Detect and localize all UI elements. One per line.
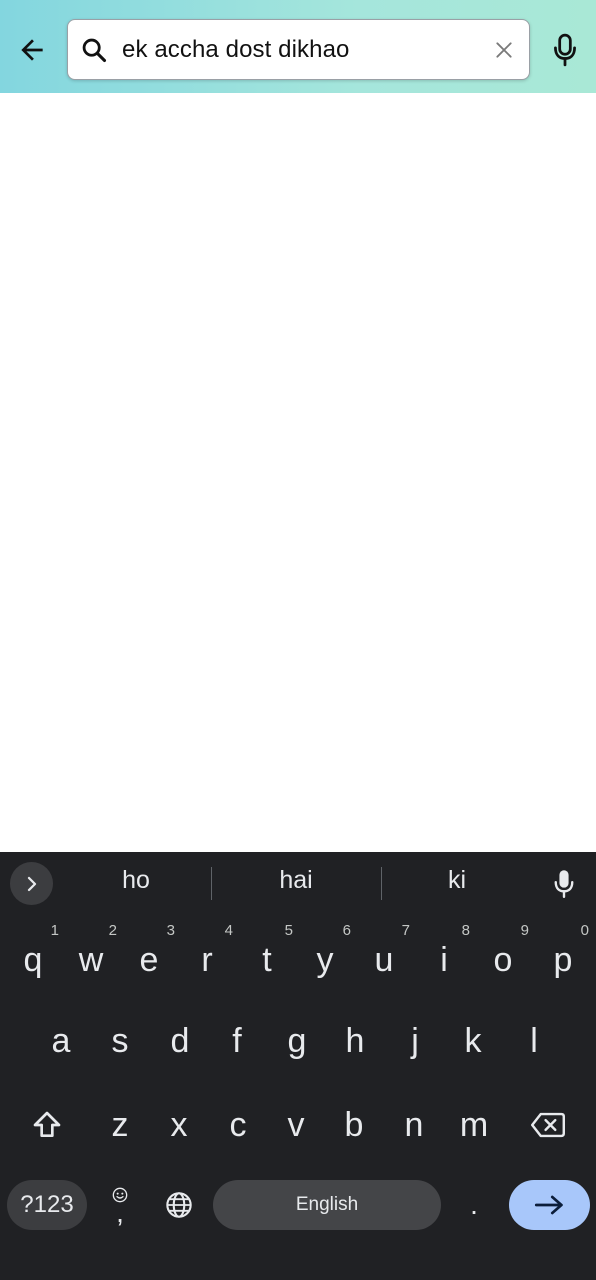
globe-icon [166,1192,192,1218]
key-label: w [78,941,104,979]
symbols-key[interactable]: ?123 [7,1180,87,1230]
close-icon [496,42,512,58]
key-hint: 5 [284,922,293,939]
key-w[interactable]: w2 [63,922,119,992]
key-z[interactable]: z [92,1093,148,1157]
comma-label: , [116,1197,124,1228]
enter-key[interactable] [509,1180,590,1230]
suggestion-2[interactable]: hai [231,866,361,895]
key-e[interactable]: e3 [121,922,177,992]
backspace-key[interactable] [525,1102,571,1148]
search-input[interactable]: ek accha dost dikhao [122,36,349,64]
app-root: ek accha dost dikhao ho hai ki q 1 w 2 e… [0,0,596,1280]
key-i[interactable]: i8 [416,922,472,992]
suggestion-3[interactable]: ki [392,866,522,895]
key-k[interactable]: k [445,1009,501,1073]
key-u[interactable]: u7 [356,922,412,992]
key-label: r [201,941,213,979]
on-screen-keyboard: ho hai ki q1 w2 e3 r4 t5 y6 u7 i8 o9 p0 … [0,852,596,1280]
key-hint: 6 [342,922,351,939]
key-n[interactable]: n [386,1093,442,1157]
suggestion-divider [381,867,382,900]
period-key[interactable]: . [456,1180,492,1230]
key-label: q [23,941,43,979]
key-label: u [374,941,394,979]
suggestion-strip: ho hai ki [0,852,596,916]
key-j[interactable]: j [387,1009,443,1073]
key-hint: 3 [166,922,175,939]
voice-search-button[interactable] [545,30,585,70]
key-t[interactable]: t5 [239,922,295,992]
key-hint: 2 [108,922,117,939]
key-hint: 8 [461,922,470,939]
key-label: e [139,941,159,979]
key-label: o [493,941,513,979]
arrow-left-icon [21,39,43,61]
key-g[interactable]: g [269,1009,325,1073]
suggestion-1[interactable]: ho [71,866,201,895]
key-label: y [316,941,334,979]
keyboard-voice-button[interactable] [548,866,580,902]
key-hint: 7 [401,922,410,939]
space-key[interactable]: English [213,1180,441,1230]
key-hint: 0 [580,922,589,939]
key-hint: 1 [50,922,59,939]
chevron-right-icon [27,876,36,891]
shift-icon [33,1111,61,1137]
emoji-comma-key[interactable]: , [100,1180,140,1230]
key-v[interactable]: v [268,1093,324,1157]
language-switch-key[interactable] [158,1184,200,1226]
key-b[interactable]: b [326,1093,382,1157]
key-o[interactable]: o9 [475,922,531,992]
key-label: t [262,941,272,979]
key-l[interactable]: l [506,1009,562,1073]
results-area [0,93,596,852]
search-header: ek accha dost dikhao [0,0,596,93]
key-q[interactable]: q1 [5,922,61,992]
arrow-right-icon [534,1195,563,1215]
key-m[interactable]: m [446,1093,502,1157]
back-button[interactable] [10,28,54,72]
key-a[interactable]: a [33,1009,89,1073]
key-label: p [553,941,573,979]
clear-search-button[interactable] [491,37,517,63]
key-r[interactable]: r4 [179,922,235,992]
key-x[interactable]: x [151,1093,207,1157]
key-f[interactable]: f [209,1009,265,1073]
expand-toolbar-button[interactable] [10,862,53,905]
backspace-icon [531,1112,565,1138]
microphone-icon [554,33,576,67]
key-h[interactable]: h [327,1009,383,1073]
key-hint: 9 [520,922,529,939]
suggestion-divider [211,867,212,900]
key-c[interactable]: c [210,1093,266,1157]
key-d[interactable]: d [152,1009,208,1073]
key-y[interactable]: y6 [297,922,353,992]
key-s[interactable]: s [92,1009,148,1073]
search-field[interactable]: ek accha dost dikhao [67,19,530,80]
search-icon [82,38,107,63]
key-hint: 4 [224,922,233,939]
shift-key[interactable] [24,1102,70,1148]
key-p[interactable]: p0 [535,922,591,992]
key-label: i [440,941,448,979]
microphone-icon [554,870,574,899]
